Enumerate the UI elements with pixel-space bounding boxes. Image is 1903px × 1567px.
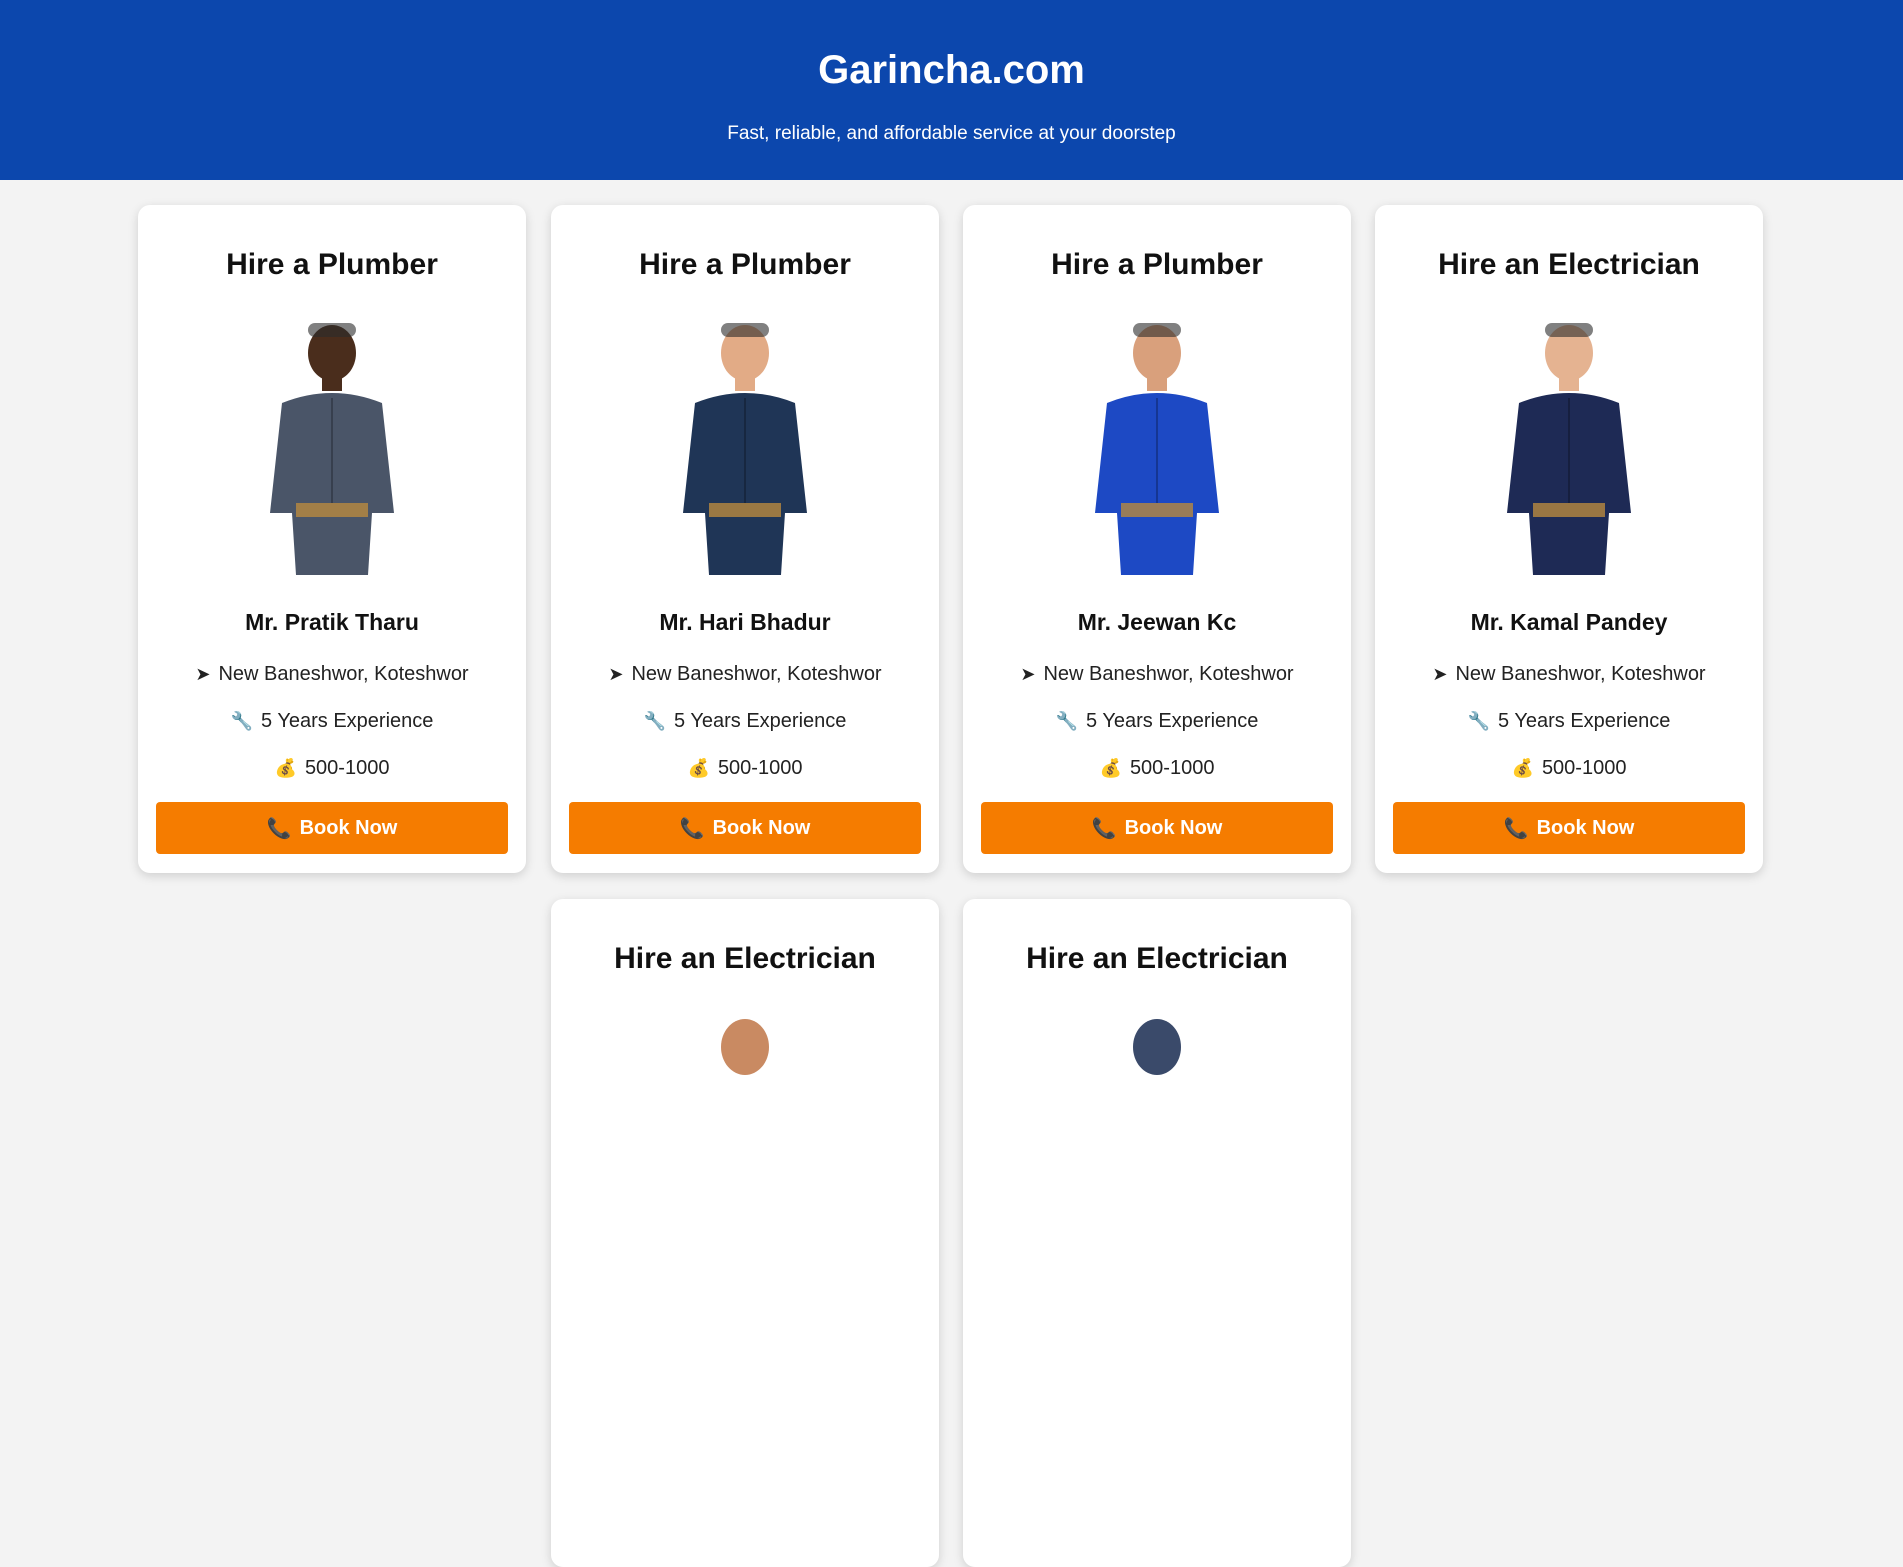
book-now-label: Book Now <box>1124 816 1223 839</box>
money-bag-icon: 💰 <box>274 758 297 778</box>
card-title: Hire an Electrician <box>1026 942 1288 975</box>
location-row: ➤ New Baneshwor, Koteshwor <box>963 663 1351 686</box>
service-card: Hire a Plumber Mr. Jeewan Kc ➤ New Baneshwo… <box>963 205 1351 873</box>
phone-icon: 📞 <box>266 817 292 840</box>
money-bag-icon: 💰 <box>1511 758 1534 778</box>
phone-icon: 📞 <box>1503 817 1529 840</box>
price-row: 💰 500-1000 <box>551 757 939 780</box>
location-row: ➤ New Baneshwor, Koteshwor <box>138 663 526 686</box>
site-header: Garincha.com Fast, reliable, and afforda… <box>0 0 1903 180</box>
phone-icon: 📞 <box>1091 817 1117 840</box>
worker-photo <box>1037 313 1277 575</box>
experience-row: 🔧 5 Years Experience <box>551 710 939 733</box>
card-title: Hire a Plumber <box>1051 248 1263 281</box>
book-now-button[interactable]: 📞 Book Now <box>1393 802 1745 854</box>
price-text: 500-1000 <box>1541 757 1627 779</box>
location-row: ➤ New Baneshwor, Koteshwor <box>1375 663 1763 686</box>
price-row: 💰 500-1000 <box>963 757 1351 780</box>
card-title: Hire a Plumber <box>226 248 438 281</box>
experience-row: 🔧 5 Years Experience <box>1375 710 1763 733</box>
worker-photo <box>1449 313 1689 575</box>
wrench-icon: 🔧 <box>1055 711 1079 731</box>
price-text: 500-1000 <box>717 757 803 779</box>
worker-photo <box>625 313 865 575</box>
experience-text: 5 Years Experience <box>261 710 434 732</box>
service-card: Hire an Electrician Mr. Kamal Pandey ➤ New … <box>1375 205 1763 873</box>
arrow-icon: ➤ <box>1432 664 1448 684</box>
wrench-icon: 🔧 <box>1467 711 1491 731</box>
card-title: Hire a Plumber <box>639 248 851 281</box>
worker-name: Mr. Hari Bhadur <box>659 609 831 635</box>
experience-text: 5 Years Experience <box>674 710 847 732</box>
experience-text: 5 Years Experience <box>1086 710 1259 732</box>
book-now-button[interactable]: 📞 Book Now <box>981 802 1333 854</box>
arrow-icon: ➤ <box>608 664 624 684</box>
worker-photo <box>212 313 452 575</box>
experience-row: 🔧 5 Years Experience <box>138 710 526 733</box>
experience-row: 🔧 5 Years Experience <box>963 710 1351 733</box>
service-card: Hire an Electrician <box>963 899 1351 1567</box>
arrow-icon: ➤ <box>1020 664 1036 684</box>
card-title: Hire an Electrician <box>614 942 876 975</box>
service-card: Hire a Plumber Mr. Pratik Tharu ➤ New Banes… <box>138 205 526 873</box>
book-now-label: Book Now <box>299 816 398 839</box>
site-title: Garincha.com <box>818 48 1085 92</box>
wrench-icon: 🔧 <box>230 711 254 731</box>
money-bag-icon: 💰 <box>1099 758 1122 778</box>
phone-icon: 📞 <box>679 817 705 840</box>
tagline: Fast, reliable, and affordable service a… <box>727 123 1176 144</box>
card-title: Hire an Electrician <box>1438 248 1700 281</box>
price-text: 500-1000 <box>1129 757 1215 779</box>
worker-photo <box>1037 1007 1277 1269</box>
location-text: New Baneshwor, Koteshwor <box>631 663 882 685</box>
service-card: Hire a Plumber Mr. Hari Bhadur ➤ New Banesh… <box>551 205 939 873</box>
service-card: Hire an Electrician <box>551 899 939 1567</box>
worker-photo <box>625 1007 865 1269</box>
money-bag-icon: 💰 <box>687 758 710 778</box>
worker-name: Mr. Kamal Pandey <box>1470 609 1668 635</box>
experience-text: 5 Years Experience <box>1498 710 1671 732</box>
wrench-icon: 🔧 <box>643 711 667 731</box>
book-now-label: Book Now <box>712 816 811 839</box>
book-now-button[interactable]: 📞 Book Now <box>156 802 508 854</box>
book-now-button[interactable]: 📞 Book Now <box>569 802 921 854</box>
book-now-label: Book Now <box>1536 816 1635 839</box>
arrow-icon: ➤ <box>195 664 211 684</box>
location-row: ➤ New Baneshwor, Koteshwor <box>551 663 939 686</box>
worker-name: Mr. Pratik Tharu <box>245 609 419 635</box>
worker-name: Mr. Jeewan Kc <box>1077 609 1237 635</box>
location-text: New Baneshwor, Koteshwor <box>218 663 469 685</box>
location-text: New Baneshwor, Koteshwor <box>1455 663 1706 685</box>
price-text: 500-1000 <box>304 757 390 779</box>
location-text: New Baneshwor, Koteshwor <box>1043 663 1294 685</box>
price-row: 💰 500-1000 <box>138 757 526 780</box>
price-row: 💰 500-1000 <box>1375 757 1763 780</box>
